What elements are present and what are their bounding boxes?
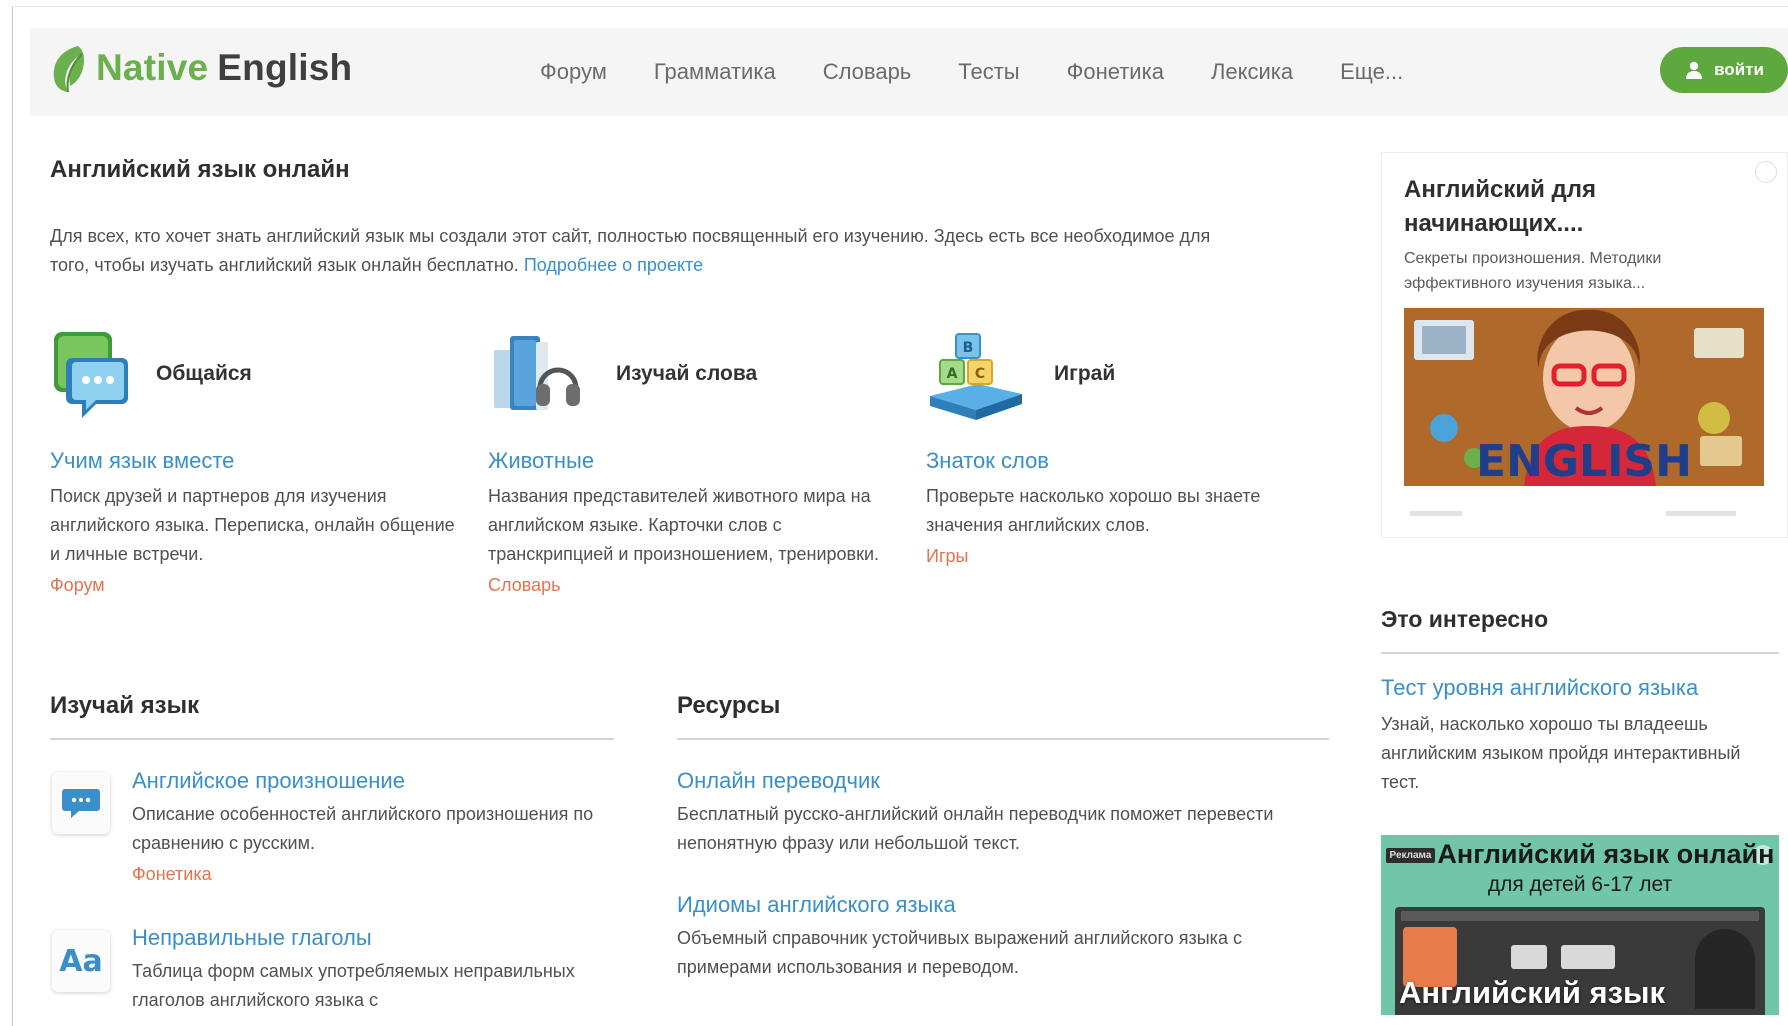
logo-native: Native	[96, 47, 209, 88]
pronunciation-desc-text: Описание особенностей английского произн…	[132, 804, 594, 853]
site-logo[interactable]: Native English	[48, 42, 352, 94]
list-item-translator: Онлайн переводчик Бесплатный русско-англ…	[677, 768, 1333, 858]
pronunciation-link[interactable]: Английское произношение	[132, 768, 612, 794]
nav-item-forum[interactable]: Форум	[540, 59, 607, 85]
feature-desc: Названия представителей животного мира н…	[488, 482, 900, 600]
feature-tag[interactable]: Игры	[926, 542, 1336, 571]
aa-icon: Aa	[59, 943, 103, 979]
feature-title: Общайся	[156, 362, 252, 385]
speech-bubble-icon	[62, 789, 100, 818]
leaf-icon	[53, 46, 84, 93]
nav-item-dictionary[interactable]: Словарь	[823, 59, 912, 85]
level-test-link[interactable]: Тест уровня английского языка	[1381, 675, 1698, 701]
logo-english: English	[217, 47, 353, 88]
translator-desc: Бесплатный русско-английский онлайн пере…	[677, 804, 1274, 853]
ad-info-icon[interactable]	[1755, 161, 1777, 183]
list-item-pronunciation: Английское произношение Описание особенн…	[132, 768, 612, 889]
login-label: войти	[1714, 60, 1764, 79]
nav-item-tests[interactable]: Тесты	[958, 59, 1019, 85]
feature-desc: Проверьте насколько хорошо вы знаете зна…	[926, 482, 1336, 571]
feature-tag[interactable]: Форум	[50, 571, 460, 600]
ad-subtitle: Секреты произношения. Методики эффективн…	[1404, 250, 1662, 292]
chat-bubbles-icon	[54, 332, 128, 418]
svg-text:B: B	[963, 340, 974, 356]
promo-screen-figure	[1695, 929, 1755, 1009]
feature-link[interactable]: Знаток слов	[926, 448, 1049, 474]
ad-footer-left	[1410, 511, 1462, 516]
feature-desc-text: Поиск друзей и партнеров для изучения ан…	[50, 486, 455, 564]
page-title: Английский язык онлайн	[50, 156, 350, 183]
svg-text:ENGLISH: ENGLISH	[1476, 436, 1692, 486]
feature-title: Играй	[1054, 362, 1116, 385]
ad-image[interactable]: ENGLISH	[1404, 308, 1764, 486]
promo-screen-toolbar	[1401, 911, 1759, 921]
interesting-heading: Это интересно	[1381, 606, 1549, 632]
list-item-idioms: Идиомы английского языка Объемный справо…	[677, 892, 1333, 982]
nav-item-phonetics[interactable]: Фонетика	[1067, 59, 1164, 85]
promo-bottom-text: Английский язык	[1399, 975, 1666, 1010]
site-header: Native English Форум Грамматика Словарь Т…	[30, 28, 1788, 116]
ad-title: Английский для начинающих....	[1404, 176, 1596, 237]
svg-text:C: C	[975, 366, 985, 382]
ad-footer	[1410, 503, 1750, 516]
pronunciation-item-icon	[52, 772, 110, 834]
promo-banner[interactable]: Реклама Английский язык онлайн для детей …	[1381, 835, 1779, 1015]
promo-top-text: Реклама Английский язык онлайн	[1381, 839, 1779, 870]
irregular-verbs-desc: Таблица форм самых употребляемых неправи…	[132, 961, 575, 1010]
pronunciation-tag[interactable]: Фонетика	[132, 860, 612, 889]
feature-tag[interactable]: Словарь	[488, 571, 900, 600]
books-headphones-icon	[494, 336, 580, 410]
promo-screen-card-2	[1561, 945, 1615, 969]
learn-divider	[50, 738, 614, 740]
learn-heading: Изучай язык	[50, 692, 200, 719]
abc-blocks-icon: B A C	[930, 333, 1022, 420]
nav-item-grammar[interactable]: Грамматика	[654, 59, 776, 85]
promo-ad-badge: Реклама	[1385, 848, 1436, 864]
translator-link[interactable]: Онлайн переводчик	[677, 768, 1333, 794]
feature-title: Изучай слова	[616, 362, 758, 385]
ad-footer-right	[1666, 511, 1737, 516]
feature-link[interactable]: Животные	[488, 448, 594, 474]
login-button[interactable]: войти	[1660, 47, 1788, 93]
nav-item-lexicon[interactable]: Лексика	[1211, 59, 1293, 85]
promo-screen-card-1	[1511, 945, 1547, 969]
list-item-irregular-verbs: Неправильные глаголы Таблица форм самых …	[132, 925, 612, 1015]
main-nav: Форум Грамматика Словарь Тесты Фонетика …	[540, 28, 1450, 116]
idioms-desc: Объемный справочник устойчивых выражений…	[677, 928, 1242, 977]
pronunciation-desc: Описание особенностей английского произн…	[132, 800, 612, 889]
promo-top-label: Английский язык онлайн	[1437, 839, 1775, 869]
level-test-desc: Узнай, насколько хорошо ты владеешь англ…	[1381, 714, 1741, 792]
svg-text:A: A	[947, 366, 958, 382]
idioms-link[interactable]: Идиомы английского языка	[677, 892, 1333, 918]
promo-sub-text: для детей 6-17 лет	[1487, 873, 1673, 896]
irregular-verbs-item-icon: Aa	[52, 930, 110, 992]
interesting-divider	[1381, 652, 1779, 654]
feature-desc-text: Проверьте насколько хорошо вы знаете зна…	[926, 486, 1261, 535]
logo-text: Native English	[96, 47, 352, 89]
resources-heading: Ресурсы	[677, 692, 781, 719]
user-icon	[1686, 61, 1703, 79]
feature-link[interactable]: Учим язык вместе	[50, 448, 234, 474]
resources-divider	[677, 738, 1329, 740]
irregular-verbs-link[interactable]: Неправильные глаголы	[132, 925, 612, 951]
ad-card[interactable]: Английский для начинающих.... Секреты пр…	[1381, 152, 1788, 538]
feature-desc-text: Названия представителей животного мира н…	[488, 486, 880, 564]
about-project-link[interactable]: Подробнее о проекте	[524, 255, 703, 275]
feature-desc: Поиск друзей и партнеров для изучения ан…	[50, 482, 460, 600]
nav-item-more[interactable]: Еще...	[1340, 59, 1403, 85]
intro-text: Для всех, кто хочет знать английский язы…	[50, 222, 1250, 280]
